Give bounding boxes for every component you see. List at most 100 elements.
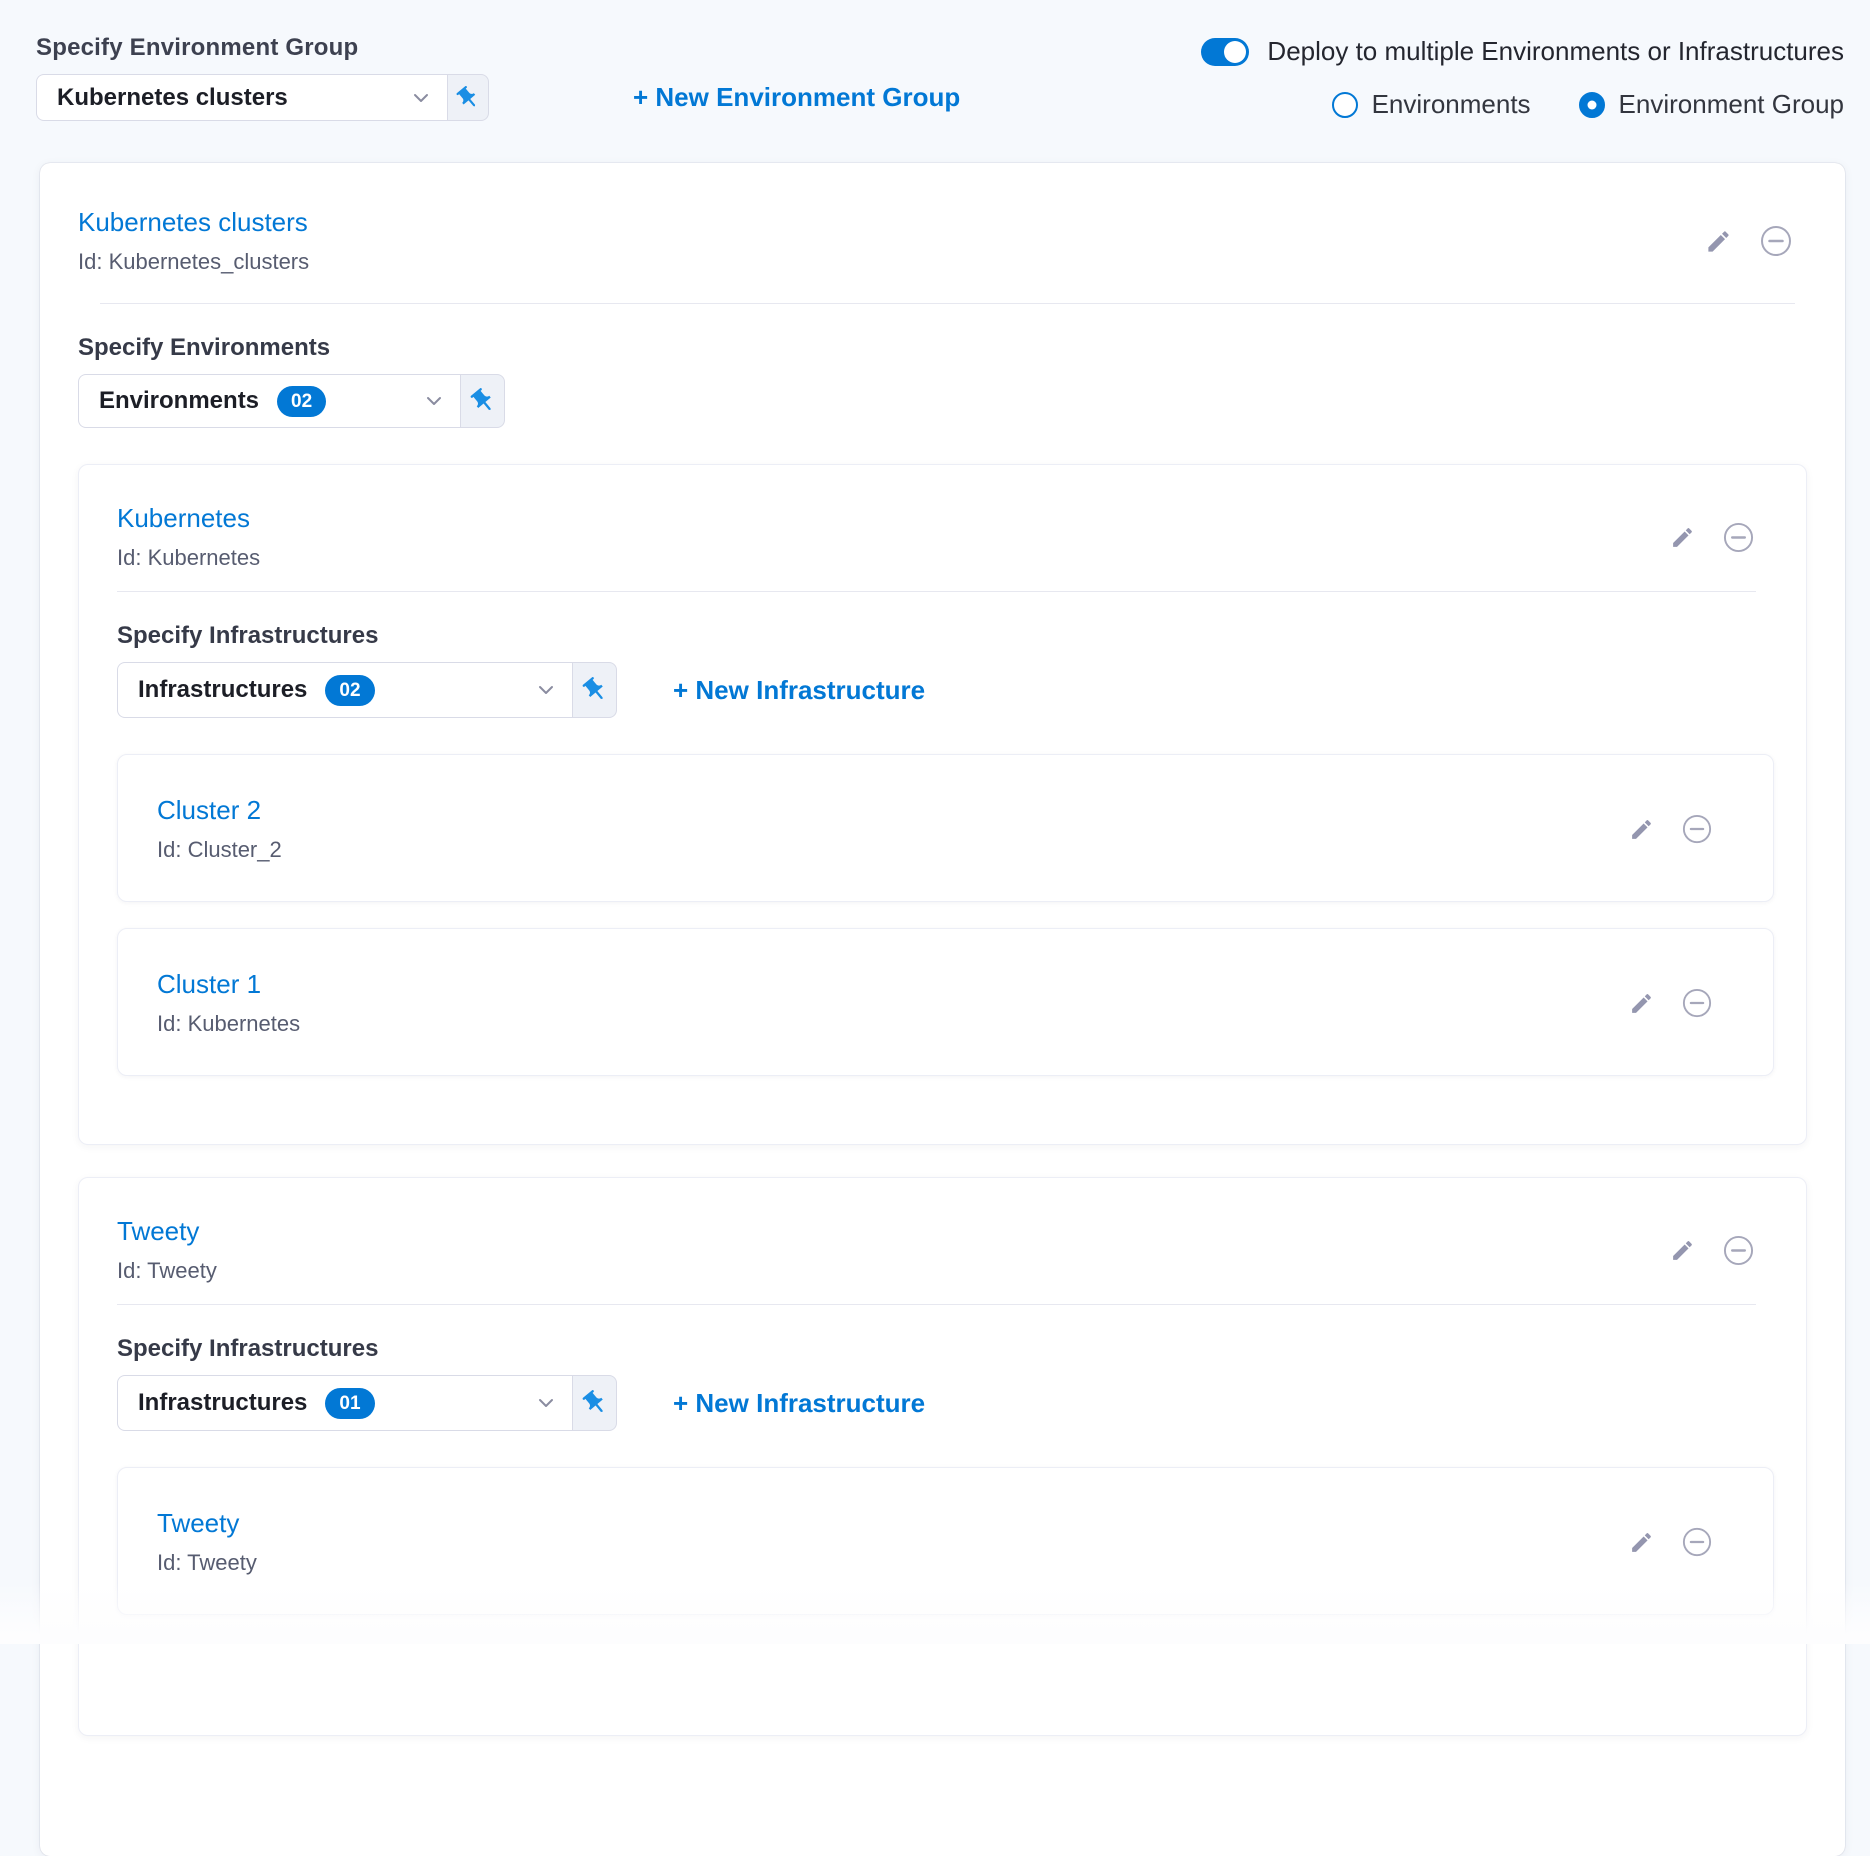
minus-circle-icon	[1760, 225, 1792, 257]
pencil-icon	[1705, 228, 1732, 255]
environments-dropdown-value: Environments	[99, 387, 259, 415]
new-infrastructure-link[interactable]: + New Infrastructure	[673, 675, 925, 706]
radio-environments-label: Environments	[1372, 89, 1531, 120]
minus-circle-icon	[1682, 1527, 1712, 1557]
infrastructures-selector-row: Infrastructures 02 + New Infrastructure	[117, 662, 1806, 718]
infrastructure-actions	[1629, 814, 1712, 844]
pin-icon	[581, 1389, 609, 1417]
divider	[100, 303, 1795, 304]
environment-actions	[1670, 1235, 1754, 1266]
environment-group-label: Specify Environment Group	[36, 34, 960, 62]
infrastructure-id: Id: Cluster_2	[157, 837, 282, 863]
radio-unchecked-icon[interactable]	[1332, 92, 1358, 118]
pencil-icon	[1629, 991, 1654, 1016]
group-title[interactable]: Kubernetes clusters	[78, 207, 309, 237]
edit-button[interactable]	[1629, 1530, 1654, 1555]
minus-circle-icon	[1723, 522, 1754, 553]
chevron-down-icon	[422, 389, 446, 413]
environment-group-card: Kubernetes clusters Id: Kubernetes_clust…	[40, 163, 1845, 1856]
remove-button[interactable]	[1682, 988, 1712, 1018]
infrastructure-title[interactable]: Cluster 1	[157, 969, 300, 999]
environments-count-badge: 02	[277, 386, 326, 417]
chevron-down-icon	[409, 86, 433, 110]
environment-group-dropdown[interactable]: Kubernetes clusters	[36, 74, 489, 121]
environments-dropdown[interactable]: Environments 02	[78, 374, 1845, 428]
infrastructure-header-text: Cluster 2 Id: Cluster_2	[157, 795, 282, 863]
infrastructure-header-text: Tweety Id: Tweety	[157, 1508, 257, 1576]
radio-environment-group[interactable]: Environment Group	[1579, 89, 1844, 120]
infrastructures-selector-row: Infrastructures 01 + New Infrastructure	[117, 1375, 1806, 1431]
remove-button[interactable]	[1682, 814, 1712, 844]
environments-dropdown-field[interactable]: Environments 02	[78, 374, 460, 428]
infrastructure-card: Cluster 2 Id: Cluster_2	[117, 754, 1774, 902]
infrastructures-dropdown-value: Infrastructures	[138, 676, 307, 704]
environment-card: Kubernetes Id: Kubernetes Specify Infras…	[78, 464, 1807, 1145]
edit-button[interactable]	[1629, 817, 1654, 842]
pin-icon	[469, 387, 497, 415]
pin-icon	[455, 85, 481, 111]
edit-button[interactable]	[1629, 991, 1654, 1016]
edit-button[interactable]	[1670, 1238, 1695, 1263]
infrastructure-id: Id: Tweety	[157, 1550, 257, 1576]
radio-environments[interactable]: Environments	[1332, 89, 1531, 120]
top-bar: Specify Environment Group Kubernetes clu…	[0, 0, 1870, 121]
infrastructure-header-text: Cluster 1 Id: Kubernetes	[157, 969, 300, 1037]
pin-button[interactable]	[460, 374, 505, 428]
remove-button[interactable]	[1723, 522, 1754, 553]
infrastructure-id: Id: Kubernetes	[157, 1011, 300, 1037]
pin-button[interactable]	[572, 1375, 617, 1431]
environment-header: Tweety Id: Tweety	[79, 1216, 1806, 1284]
environment-title[interactable]: Tweety	[117, 1216, 217, 1246]
infrastructures-dropdown-field[interactable]: Infrastructures 02	[117, 662, 572, 718]
group-id: Id: Kubernetes_clusters	[78, 249, 309, 275]
infrastructures-dropdown-field[interactable]: Infrastructures 01	[117, 1375, 572, 1431]
radio-checked-icon[interactable]	[1579, 92, 1605, 118]
specify-infrastructures-label: Specify Infrastructures	[117, 622, 1806, 650]
chevron-down-icon	[534, 1391, 558, 1415]
infrastructures-count-badge: 02	[325, 675, 374, 706]
divider	[117, 1304, 1756, 1305]
minus-circle-icon	[1682, 988, 1712, 1018]
infrastructures-dropdown[interactable]: Infrastructures 01	[117, 1375, 617, 1431]
remove-button[interactable]	[1723, 1235, 1754, 1266]
pin-icon	[581, 676, 609, 704]
edit-button[interactable]	[1670, 525, 1695, 550]
deploy-multiple-toggle[interactable]	[1201, 38, 1249, 66]
infrastructure-title[interactable]: Cluster 2	[157, 795, 282, 825]
minus-circle-icon	[1682, 814, 1712, 844]
group-header-text: Kubernetes clusters Id: Kubernetes_clust…	[78, 207, 309, 275]
infrastructure-actions	[1629, 988, 1712, 1018]
infrastructures-dropdown-value: Infrastructures	[138, 1389, 307, 1417]
divider	[117, 591, 1756, 592]
environment-card: Tweety Id: Tweety Specify Infrastructure…	[78, 1177, 1807, 1736]
new-infrastructure-link[interactable]: + New Infrastructure	[673, 1388, 925, 1419]
environment-header-text: Tweety Id: Tweety	[117, 1216, 217, 1284]
edit-button[interactable]	[1705, 228, 1732, 255]
infrastructure-card: Cluster 1 Id: Kubernetes	[117, 928, 1774, 1076]
deploy-options: Deploy to multiple Environments or Infra…	[1201, 34, 1844, 121]
environment-actions	[1670, 522, 1754, 553]
pin-button[interactable]	[572, 662, 617, 718]
environment-id: Id: Kubernetes	[117, 545, 260, 571]
infrastructure-actions	[1629, 1527, 1712, 1557]
environment-title[interactable]: Kubernetes	[117, 503, 260, 533]
environment-group-dropdown-value: Kubernetes clusters	[57, 84, 288, 112]
new-environment-group-link[interactable]: + New Environment Group	[633, 82, 960, 113]
infrastructure-title[interactable]: Tweety	[157, 1508, 257, 1538]
pencil-icon	[1670, 1238, 1695, 1263]
environment-group-dropdown-field[interactable]: Kubernetes clusters	[36, 74, 447, 121]
pencil-icon	[1670, 525, 1695, 550]
remove-button[interactable]	[1682, 1527, 1712, 1557]
infrastructures-dropdown[interactable]: Infrastructures 02	[117, 662, 617, 718]
specify-environments-label: Specify Environments	[78, 334, 1845, 362]
pin-button[interactable]	[447, 74, 489, 121]
group-actions	[1705, 225, 1792, 257]
environment-header-text: Kubernetes Id: Kubernetes	[117, 503, 260, 571]
environment-group-selector: Specify Environment Group Kubernetes clu…	[36, 34, 960, 121]
group-header: Kubernetes clusters Id: Kubernetes_clust…	[40, 207, 1845, 275]
remove-button[interactable]	[1760, 225, 1792, 257]
infrastructure-card: Tweety Id: Tweety	[117, 1467, 1774, 1615]
infrastructures-count-badge: 01	[325, 1388, 374, 1419]
toggle-knob	[1224, 41, 1246, 63]
specify-infrastructures-label: Specify Infrastructures	[117, 1335, 1806, 1363]
